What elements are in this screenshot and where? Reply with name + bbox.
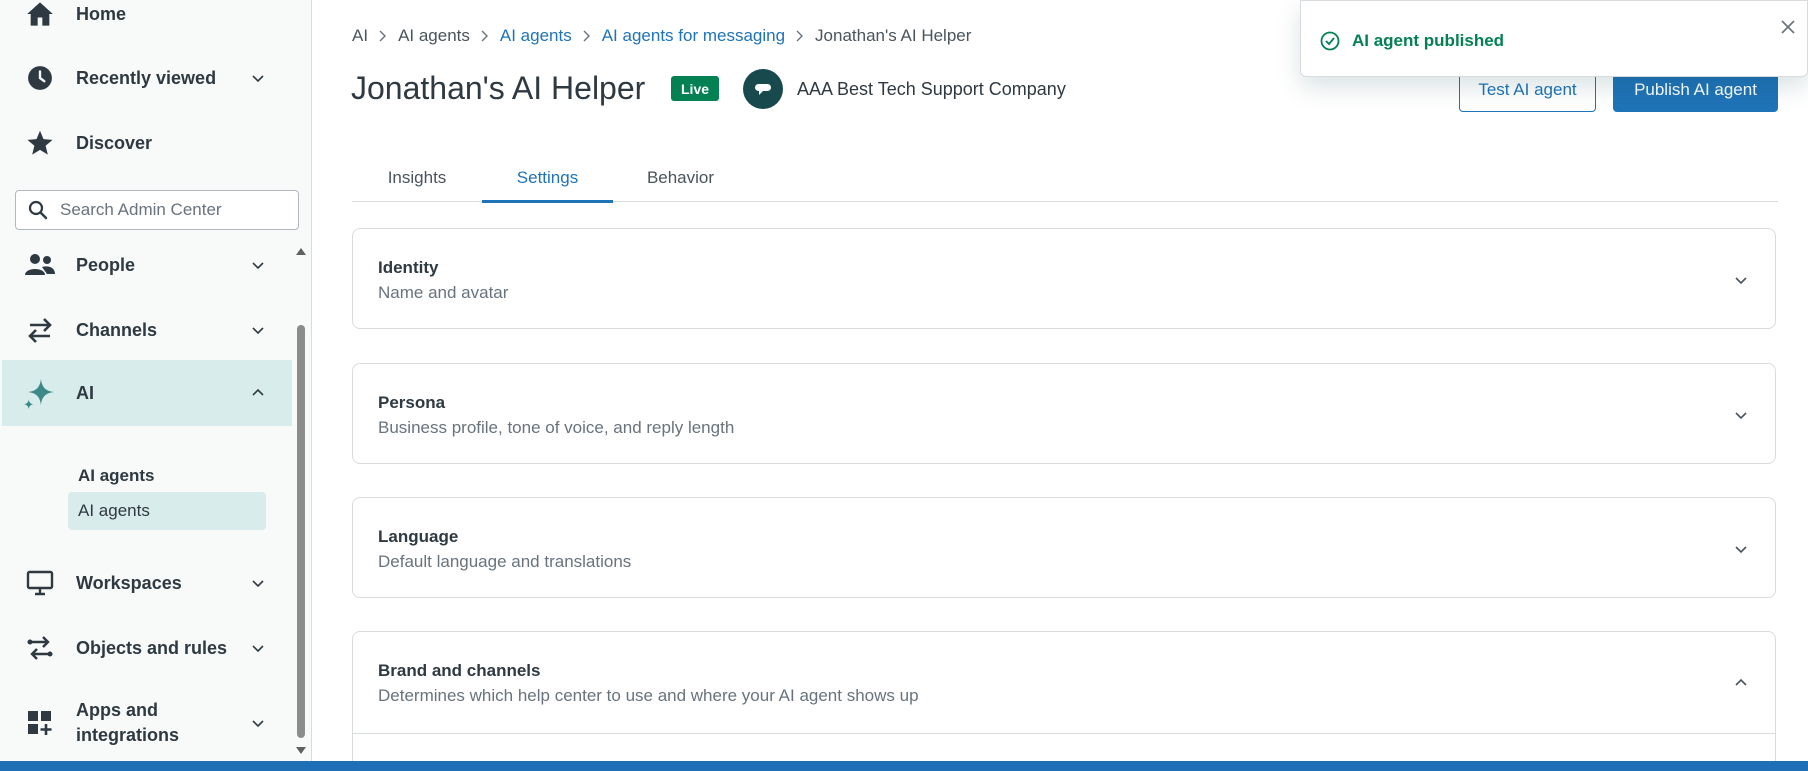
- chevron-down-icon: [1735, 546, 1747, 554]
- sidebar-item-workspaces[interactable]: Workspaces: [2, 553, 292, 613]
- toast-message: AI agent published: [1352, 31, 1505, 50]
- section-persona[interactable]: Persona Business profile, tone of voice,…: [352, 363, 1776, 464]
- status-badge: Live: [671, 76, 720, 101]
- tab-settings[interactable]: Settings: [482, 168, 613, 203]
- sidebar-item-label: AI: [76, 382, 94, 403]
- sparkle-icon: [24, 377, 56, 409]
- chevron-right-icon: [796, 30, 804, 42]
- section-brand-and-channels[interactable]: Brand and channels Determines which help…: [352, 631, 1776, 771]
- breadcrumb: AI AI agents AI agents AI agents for mes…: [352, 26, 971, 46]
- sidebar-item-ai[interactable]: AI: [2, 360, 292, 426]
- sidebar-item-channels[interactable]: Channels: [2, 300, 292, 360]
- desktop-taskbar-edge: [0, 761, 1808, 771]
- sidebar-item-label: Discover: [76, 132, 153, 153]
- search-icon: [28, 200, 48, 220]
- sidebar-item-label: Channels: [76, 319, 158, 340]
- tab-behavior[interactable]: Behavior: [613, 168, 748, 200]
- star-icon: [24, 127, 56, 159]
- chevron-right-icon: [583, 30, 590, 42]
- chevron-down-icon: [252, 75, 264, 83]
- ai-section-header: AI agents: [78, 466, 155, 485]
- sidebar-item-apps-and-integrations[interactable]: Apps and integrations: [2, 690, 292, 756]
- scrollbar-thumb[interactable]: [297, 325, 305, 738]
- chevron-down-icon: [252, 327, 264, 335]
- sidebar-item-label: Apps and integrations: [76, 700, 180, 745]
- search-input[interactable]: [58, 199, 282, 221]
- sidebar-item-recently-viewed[interactable]: Recently viewed: [2, 48, 292, 108]
- breadcrumb-ai-agents-for-messaging[interactable]: AI agents for messaging: [602, 26, 785, 46]
- chevron-down-icon: [1735, 412, 1747, 420]
- sidebar-item-people[interactable]: People: [2, 235, 292, 295]
- section-title: Persona: [378, 393, 446, 412]
- section-description: Business profile, tone of voice, and rep…: [378, 418, 735, 437]
- breadcrumb-ai-agents[interactable]: AI agents: [398, 26, 470, 46]
- section-title: Identity: [378, 258, 439, 277]
- breadcrumb-ai[interactable]: AI: [352, 26, 368, 46]
- home-icon: [24, 0, 56, 30]
- sidebar-subitem-ai-agents[interactable]: AI agents: [68, 492, 266, 530]
- people-icon: [24, 249, 56, 281]
- brand-avatar: [743, 69, 783, 109]
- section-description: Name and avatar: [378, 283, 509, 302]
- tab-insights[interactable]: Insights: [352, 168, 482, 200]
- breadcrumb-ai-agents-link[interactable]: AI agents: [500, 26, 572, 46]
- search-box: [15, 190, 299, 230]
- chevron-right-icon: [481, 30, 488, 42]
- sidebar-item-label: People: [76, 254, 136, 275]
- sidebar-item-label: Workspaces: [76, 572, 182, 593]
- section-title: Language: [378, 527, 459, 546]
- section-title: Brand and channels: [378, 661, 541, 680]
- section-divider: [353, 733, 1775, 734]
- success-toast: AI agent published: [1300, 0, 1808, 77]
- breadcrumb-current: Jonathan's AI Helper: [815, 26, 972, 45]
- sidebar-subitem-label: AI agents: [78, 501, 150, 520]
- monitor-icon: [24, 567, 56, 599]
- chevron-up-icon: [252, 388, 264, 396]
- close-icon[interactable]: [1780, 19, 1796, 35]
- chevron-down-icon: [252, 720, 264, 728]
- scroll-up-arrow[interactable]: [296, 248, 306, 255]
- sidebar-item-label: Objects and rules: [76, 637, 228, 658]
- sidebar-item-label: Recently viewed: [76, 67, 217, 88]
- apps-icon: [24, 707, 56, 739]
- sidebar-item-home[interactable]: Home: [2, 0, 292, 44]
- section-description: Default language and translations: [378, 552, 632, 571]
- routing-icon: [24, 632, 56, 664]
- arrows-icon: [24, 314, 56, 346]
- chevron-up-icon: [1735, 678, 1747, 686]
- check-circle-icon: [1320, 31, 1340, 51]
- section-identity[interactable]: Identity Name and avatar: [352, 228, 1776, 329]
- scroll-down-arrow[interactable]: [296, 747, 306, 754]
- chevron-right-icon: [379, 30, 387, 42]
- brand-name: AAA Best Tech Support Company: [797, 79, 1066, 99]
- sidebar-item-label: Home: [76, 3, 127, 24]
- brand-logo-icon: [755, 84, 771, 95]
- chevron-down-icon: [252, 645, 264, 653]
- sidebar: Home Recently viewed Discover People Cha…: [0, 0, 312, 761]
- chevron-down-icon: [1735, 277, 1747, 285]
- sidebar-item-objects-and-rules[interactable]: Objects and rules: [2, 618, 292, 678]
- page-title: Jonathan's AI Helper: [351, 70, 646, 106]
- chevron-down-icon: [252, 262, 264, 270]
- sidebar-item-discover[interactable]: Discover: [2, 113, 292, 173]
- tab-list: Insights Settings Behavior: [352, 168, 1778, 203]
- chevron-down-icon: [252, 580, 264, 588]
- section-language[interactable]: Language Default language and translatio…: [352, 497, 1776, 598]
- section-description: Determines which help center to use and …: [378, 686, 919, 705]
- clock-icon: [24, 62, 56, 94]
